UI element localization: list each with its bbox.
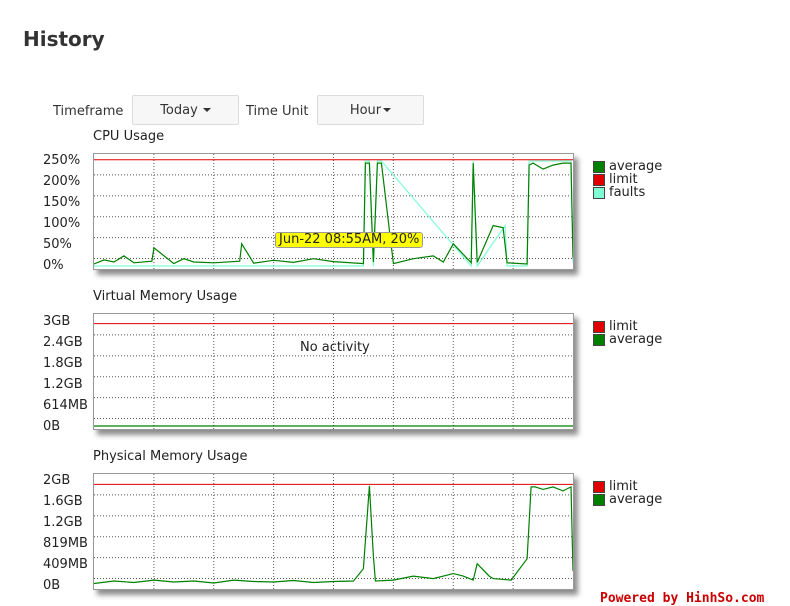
legend-item-faults: faults	[593, 186, 662, 199]
average-swatch	[593, 493, 605, 506]
pm-y-tick: 2GB	[43, 473, 71, 488]
virtual-memory-plot-area[interactable]	[93, 313, 574, 430]
cpu-y-tick: 0%	[43, 258, 64, 273]
time-unit-value: Hour	[349, 102, 382, 118]
caret-down-icon	[202, 108, 211, 112]
average-swatch	[593, 333, 605, 346]
pm-y-tick: 0B	[43, 578, 61, 593]
legend-item-average: average	[593, 493, 662, 506]
vm-y-tick: 2.4GB	[43, 335, 83, 350]
cpu-y-tick: 100%	[43, 216, 81, 231]
cpu-y-tick: 150%	[43, 195, 81, 210]
virtual-memory-chart-title: Virtual Memory Usage	[93, 289, 238, 304]
timeframe-dropdown[interactable]: Today	[132, 95, 239, 125]
vm-y-tick: 1.8GB	[43, 356, 83, 371]
time-unit-dropdown[interactable]: Hour	[317, 95, 424, 125]
limit-swatch	[593, 173, 605, 186]
cpu-plot-area[interactable]	[93, 153, 574, 270]
cpu-tooltip: Jun-22 08:55AM, 20%	[275, 232, 424, 248]
cpu-y-tick: 250%	[43, 153, 81, 168]
virtual-memory-chart-svg	[94, 314, 573, 429]
vm-y-tick: 3GB	[43, 314, 71, 329]
legend-label: faults	[609, 185, 646, 200]
cpu-chart-svg	[94, 154, 573, 269]
virtual-memory-legend: limit average	[593, 320, 662, 346]
pm-y-tick: 1.2GB	[43, 515, 83, 530]
pm-y-tick: 819MB	[43, 536, 88, 551]
pm-y-tick: 409MB	[43, 557, 88, 572]
vm-y-tick: 1.2GB	[43, 377, 83, 392]
time-unit-label: Time Unit	[246, 104, 309, 119]
vm-y-tick: 614MB	[43, 398, 88, 413]
no-activity-label: No activity	[300, 340, 370, 355]
pm-y-tick: 1.6GB	[43, 494, 83, 509]
vm-y-tick: 0B	[43, 419, 61, 434]
physical-memory-chart-svg	[94, 474, 573, 589]
physical-memory-chart-title: Physical Memory Usage	[93, 449, 248, 464]
cpu-legend: average limit faults	[593, 160, 662, 199]
legend-label: average	[609, 492, 663, 507]
cpu-y-tick: 200%	[43, 174, 81, 189]
timeframe-value: Today	[160, 102, 198, 118]
limit-swatch	[593, 480, 605, 493]
limit-swatch	[593, 320, 605, 333]
legend-item-average: average	[593, 333, 662, 346]
faults-swatch	[593, 186, 605, 199]
physical-memory-plot-area[interactable]	[93, 473, 574, 590]
physical-memory-legend: limit average	[593, 480, 662, 506]
cpu-y-tick: 50%	[43, 237, 72, 252]
footer-credit[interactable]: Powered by HinhSo.com	[600, 591, 764, 606]
page-title: History	[23, 27, 105, 51]
caret-down-icon	[383, 108, 392, 112]
timeframe-label: Timeframe	[53, 104, 124, 119]
cpu-chart-title: CPU Usage	[93, 129, 165, 144]
legend-label: average	[609, 332, 663, 347]
average-swatch	[593, 160, 605, 173]
